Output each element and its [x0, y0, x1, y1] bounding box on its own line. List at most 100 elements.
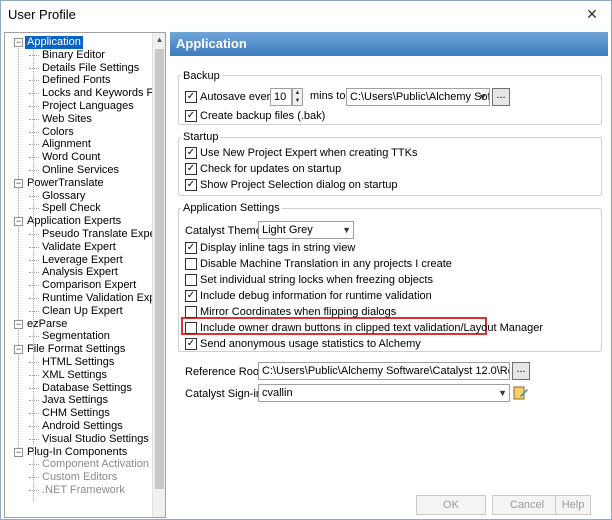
tree-connector — [18, 46, 19, 181]
tree-item-binary-editor[interactable]: Binary Editor — [42, 49, 105, 62]
catalyst-theme-label: Catalyst Theme: — [185, 225, 265, 237]
tree-item-word-count[interactable]: Word Count — [42, 151, 101, 164]
settings-tree[interactable]: − Application Binary Editor Details File Se… — [4, 32, 166, 518]
settings-panel: Application Backup ✓ Autosave every 10 ▲… — [170, 32, 608, 486]
tree-item-spell-check[interactable]: Spell Check — [42, 202, 101, 215]
setting-checkbox[interactable]: ✓ Check for updates on startup — [185, 162, 505, 176]
checkbox-label: Show Project Selection dialog on startup — [200, 179, 398, 191]
tree-connector — [29, 272, 39, 274]
tree-item-leverage-expert[interactable]: Leverage Expert — [42, 254, 123, 267]
tree-item-clean-up-expert[interactable]: Clean Up Expert — [42, 305, 123, 318]
autosave-spinner[interactable]: ▲ ▼ — [292, 88, 303, 106]
tree-scrollbar[interactable]: ▲ — [152, 33, 165, 517]
tree-connector — [29, 67, 39, 69]
autosave-minutes-input[interactable]: 10 — [270, 88, 292, 106]
setting-checkbox[interactable]: ✓ Include debug information for runtime v… — [185, 289, 505, 303]
tree-item-web-sites[interactable]: Web Sites — [42, 113, 92, 126]
checkbox-label: Send anonymous usage statistics to Alche… — [200, 338, 421, 350]
tree-item-colors[interactable]: Colors — [42, 126, 74, 139]
startup-group-label: Startup — [181, 131, 221, 143]
tree-item-net-framework[interactable]: .NET Framework — [42, 484, 125, 497]
tree-item-database-settings[interactable]: Database Settings — [42, 382, 132, 395]
setting-checkbox[interactable]: ✓ Show Project Selection dialog on startu… — [185, 178, 505, 192]
tree-item-project-languages[interactable]: Project Languages — [42, 100, 134, 113]
close-icon[interactable]: ✕ — [572, 0, 612, 28]
tree-item-html-settings[interactable]: HTML Settings — [42, 356, 114, 369]
autosave-box[interactable]: ✓ — [185, 91, 197, 103]
tree-item-defined-fonts[interactable]: Defined Fonts — [42, 74, 110, 87]
tree-item-plug-in-components[interactable]: Plug-In Components — [27, 446, 127, 459]
create-backup-checkbox[interactable]: ✓ Create backup files (.bak) — [185, 109, 385, 123]
create-backup-label: Create backup files (.bak) — [200, 110, 326, 122]
catalyst-signin-combo[interactable]: cvallin ▼ — [258, 384, 510, 402]
tree-item-visual-studio-settings[interactable]: Visual Studio Settings — [42, 433, 149, 446]
backup-path-combo[interactable]: C:\Users\Public\Alchemy Softwar ▼ — [346, 88, 490, 106]
setting-checkbox[interactable]: ✓ Display inline tags in string view — [185, 241, 505, 255]
tree-item-powertranslate[interactable]: PowerTranslate — [27, 177, 104, 190]
chevron-down-icon[interactable]: ▼ — [478, 89, 487, 105]
scroll-up-icon[interactable]: ▲ — [153, 33, 165, 46]
spin-down-icon[interactable]: ▼ — [293, 97, 302, 105]
tree-item-xml-settings[interactable]: XML Settings — [42, 369, 107, 382]
setting-checkbox[interactable]: Disable Machine Translation in any proje… — [185, 257, 505, 271]
tree-item-validate-expert[interactable]: Validate Expert — [42, 241, 116, 254]
tree-item-analysis-expert[interactable]: Analysis Expert — [42, 266, 118, 279]
tree-item-comparison-expert[interactable]: Comparison Expert — [42, 279, 136, 292]
autosave-checkbox[interactable]: ✓ Autosave every — [185, 90, 280, 104]
catalyst-theme-value: Light Grey — [262, 224, 313, 236]
tree-item-android-settings[interactable]: Android Settings — [42, 420, 123, 433]
ok-button[interactable]: OK — [416, 495, 486, 515]
checkbox-box[interactable] — [185, 258, 197, 270]
chevron-down-icon[interactable]: ▼ — [342, 222, 351, 238]
pencil-user-icon[interactable] — [513, 384, 529, 402]
tree-item-alignment[interactable]: Alignment — [42, 138, 91, 151]
checkbox-box[interactable] — [185, 306, 197, 318]
tree-connector — [29, 195, 39, 197]
create-backup-box[interactable]: ✓ — [185, 110, 197, 122]
tree-item-component-activation[interactable]: Component Activation — [42, 458, 149, 471]
tree-item-glossary[interactable]: Glossary — [42, 190, 85, 203]
tree-item-application-experts[interactable]: Application Experts — [27, 215, 121, 228]
checkbox-box[interactable] — [185, 322, 197, 334]
tree-item-pseudo-translate-expert[interactable]: Pseudo Translate Expert — [42, 228, 162, 241]
tree-item-locks-and-keywords-file[interactable]: Locks and Keywords File — [42, 87, 164, 100]
tree-connector — [29, 54, 39, 56]
checkbox-box[interactable]: ✓ — [185, 163, 197, 175]
tree-item-file-format-settings[interactable]: File Format Settings — [27, 343, 125, 356]
checkbox-box[interactable]: ✓ — [185, 290, 197, 302]
tree-connector — [29, 131, 39, 133]
reference-root-input[interactable]: C:\Users\Public\Alchemy Software\Catalys… — [258, 362, 510, 380]
tree-item-java-settings[interactable]: Java Settings — [42, 394, 108, 407]
cancel-button[interactable]: Cancel — [492, 495, 562, 515]
tree-item-runtime-validation-expert[interactable]: Runtime Validation Expert — [42, 292, 165, 305]
tree-connector — [29, 400, 39, 402]
tree-item-segmentation[interactable]: Segmentation — [42, 330, 110, 343]
checkbox-box[interactable]: ✓ — [185, 147, 197, 159]
catalyst-theme-combo[interactable]: Light Grey ▼ — [258, 221, 354, 239]
tree-connector — [29, 438, 39, 440]
tree-collapse-icon[interactable]: − — [14, 447, 23, 457]
setting-checkbox[interactable]: Set individual string locks when freezin… — [185, 273, 505, 287]
checkbox-box[interactable]: ✓ — [185, 338, 197, 350]
scroll-thumb[interactable] — [155, 49, 164, 489]
tree-connector — [29, 93, 39, 95]
setting-checkbox[interactable]: ✓ Use New Project Expert when creating TT… — [185, 146, 505, 160]
setting-checkbox[interactable]: Include owner drawn buttons in clipped t… — [185, 321, 543, 335]
checkbox-box[interactable] — [185, 274, 197, 286]
checkbox-label: Include debug information for runtime va… — [200, 290, 432, 302]
tree-connector — [18, 353, 19, 450]
mins-to-label: mins to: — [310, 90, 349, 102]
checkbox-box[interactable]: ✓ — [185, 242, 197, 254]
chevron-down-icon[interactable]: ▼ — [498, 385, 507, 401]
checkbox-box[interactable]: ✓ — [185, 179, 197, 191]
tree-item-custom-editors[interactable]: Custom Editors — [42, 471, 117, 484]
help-button[interactable]: Help — [555, 495, 591, 515]
setting-checkbox[interactable]: Mirror Coordinates when flipping dialogs — [185, 305, 505, 319]
tree-item-online-services[interactable]: Online Services — [42, 164, 119, 177]
tree-item-chm-settings[interactable]: CHM Settings — [42, 407, 110, 420]
spin-up-icon[interactable]: ▲ — [293, 89, 302, 97]
reference-root-browse-button[interactable]: ... — [512, 362, 530, 380]
setting-checkbox[interactable]: ✓ Send anonymous usage statistics to Alch… — [185, 337, 505, 351]
tree-item-details-file-settings[interactable]: Details File Settings — [42, 62, 139, 75]
backup-browse-button[interactable]: ... — [492, 88, 510, 106]
